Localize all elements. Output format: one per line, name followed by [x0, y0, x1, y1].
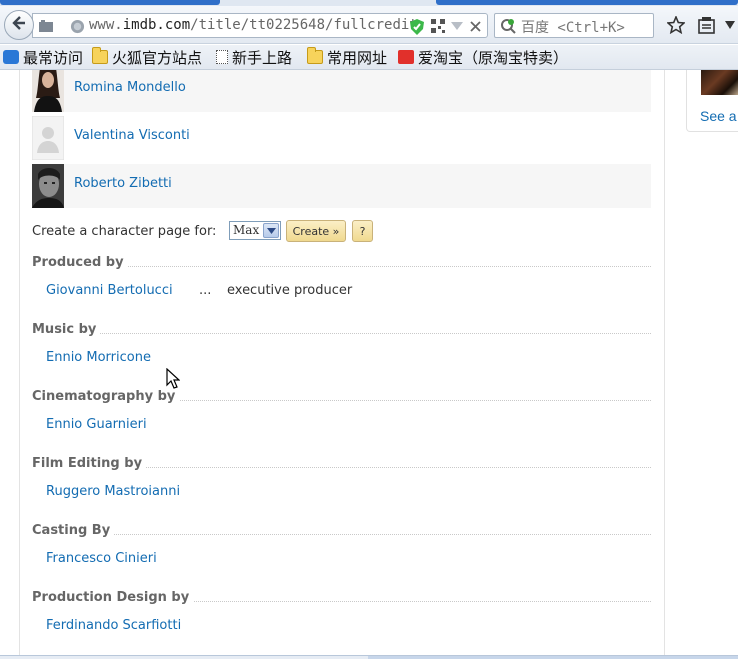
bookmark-label: 火狐官方站点 [112, 48, 203, 67]
page-icon [216, 50, 228, 64]
credit-role: executive producer [227, 283, 353, 298]
character-page-label: Create a character page for: [32, 223, 217, 239]
bookmark-taobao[interactable]: 爱淘宝（原淘宝特卖） [398, 47, 568, 67]
select-arrow-icon[interactable] [263, 223, 279, 238]
cast-photo[interactable] [32, 70, 64, 112]
dropdown-arrow-icon[interactable] [450, 19, 464, 33]
qr-code-icon[interactable] [430, 18, 446, 34]
tab-groups-icon[interactable] [38, 18, 54, 34]
url-host: imdb.com [122, 17, 191, 33]
credit-name-link[interactable]: Giovanni Bertolucci [46, 283, 173, 298]
cast-name-link[interactable]: Valentina Visconti [74, 128, 190, 143]
section-header: Casting By [32, 523, 651, 541]
divider [32, 333, 651, 334]
address-bar[interactable]: www.imdb.com/title/tt0225648/fullcredit [32, 13, 488, 38]
credit-name-link[interactable]: Ennio Guarnieri [46, 417, 147, 432]
credit-ellipsis: ... [199, 283, 212, 298]
sidebar-photo-box: See a [686, 70, 738, 132]
reading-list-icon[interactable] [696, 15, 716, 35]
create-button[interactable]: Create » [286, 220, 346, 242]
section-header: Music by [32, 322, 651, 340]
divider [32, 534, 651, 535]
character-page-row: Create a character page for: [32, 220, 216, 242]
section-title: Music by [32, 322, 101, 337]
sidebar-thumbnail[interactable] [701, 70, 738, 95]
placeholder-avatar-icon[interactable] [32, 116, 64, 160]
bookmark-most-visited[interactable]: 最常访问 [3, 47, 83, 67]
cast-name-link[interactable]: Romina Mondello [74, 80, 186, 95]
folder-icon [92, 47, 108, 64]
search-placeholder: 百度 <Ctrl+K> [521, 20, 625, 36]
bookmark-label: 新手上路 [232, 48, 293, 67]
credit-name-link[interactable]: Francesco Cinieri [46, 551, 157, 566]
cast-row: Valentina Visconti [32, 116, 651, 160]
bookmark-label: 常用网址 [327, 48, 388, 67]
folder-icon [307, 47, 323, 64]
section-title: Cinematography by [32, 389, 180, 404]
section-title: Produced by [32, 255, 128, 270]
bookmark-label: 最常访问 [23, 48, 84, 67]
credit-name-link[interactable]: Ennio Morricone [46, 350, 151, 365]
character-select[interactable]: Max [229, 221, 281, 240]
navigation-toolbar: www.imdb.com/title/tt0225648/fullcredit … [0, 6, 738, 44]
section-header: Cinematography by [32, 389, 651, 407]
url-text[interactable]: www.imdb.com/title/tt0225648/fullcredit [89, 17, 418, 33]
section-title: Casting By [32, 523, 115, 538]
bookmark-firefox-official[interactable]: 火狐官方站点 [92, 47, 202, 67]
help-button[interactable]: ? [352, 220, 373, 242]
search-bar[interactable]: 百度 <Ctrl+K> [494, 13, 654, 38]
shield-icon[interactable] [409, 18, 425, 35]
bookmark-common-sites[interactable]: 常用网址 [307, 47, 387, 67]
cast-row: Roberto Zibetti [32, 164, 651, 208]
section-title: Film Editing by [32, 456, 147, 471]
bookmark-star-icon[interactable] [666, 15, 686, 35]
section-header: Produced by [32, 255, 651, 273]
url-path: /title/tt0225648/fullcredit [190, 17, 418, 33]
bookmark-label: 爱淘宝（原淘宝特卖） [418, 48, 569, 67]
bookmarks-toolbar: 最常访问 火狐官方站点 新手上路 常用网址 爱淘宝（原淘宝特卖） [0, 45, 738, 70]
section-header: Production Design by [32, 590, 651, 608]
cast-name-link[interactable]: Roberto Zibetti [74, 176, 172, 191]
globe-icon [69, 18, 85, 34]
page-content: See a Romina Mondello Valentina Visconti… [0, 70, 738, 655]
back-arrow-icon [11, 15, 27, 35]
search-engine-icon[interactable] [499, 17, 517, 35]
section-header: Film Editing by [32, 456, 651, 474]
close-icon[interactable] [467, 18, 483, 34]
section-title: Production Design by [32, 590, 194, 605]
cast-photo[interactable] [32, 164, 64, 208]
see-all-link[interactable]: See a [700, 108, 737, 124]
bookmark-getting-started[interactable]: 新手上路 [216, 47, 292, 67]
tab[interactable] [436, 0, 738, 5]
url-prefix: www. [89, 17, 123, 33]
credit-name-link[interactable]: Ruggero Mastroianni [46, 484, 180, 499]
back-button[interactable] [4, 10, 34, 40]
taobao-icon [398, 50, 414, 64]
bookmarks-menu-icon [3, 50, 19, 64]
overflow-arrow-icon[interactable] [724, 17, 736, 33]
status-bar [0, 655, 738, 659]
character-select-value: Max [233, 223, 260, 237]
active-tab[interactable] [0, 0, 220, 5]
credit-name-link[interactable]: Ferdinando Scarfiotti [46, 618, 181, 633]
cast-row: Romina Mondello [32, 70, 651, 112]
